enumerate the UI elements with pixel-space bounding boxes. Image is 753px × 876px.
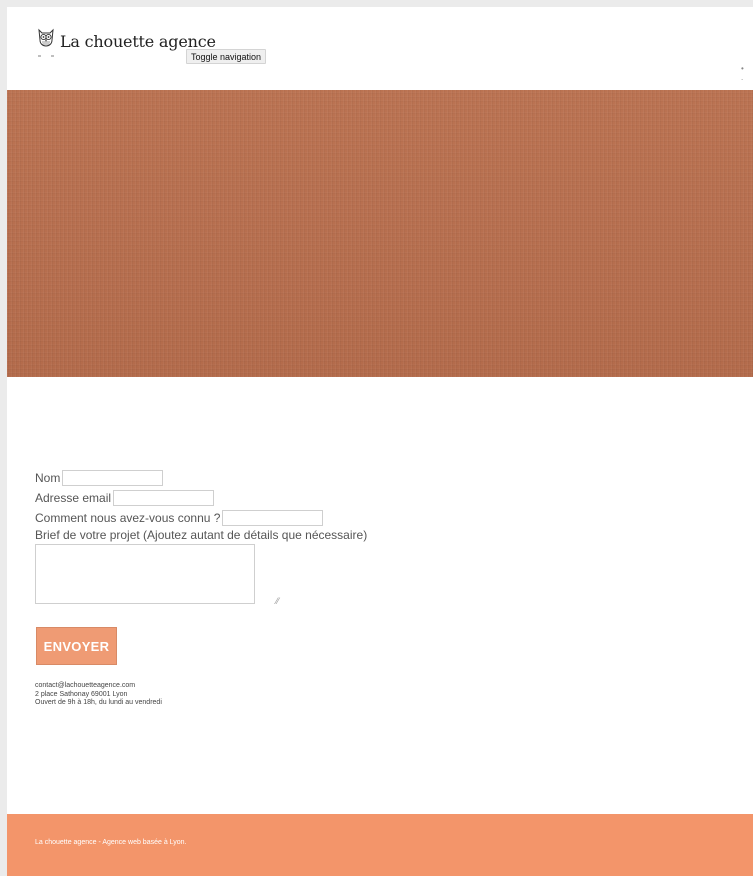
email-label: Adresse email [35,491,112,505]
contact-email[interactable]: contact@lachouetteagence.com [35,682,162,691]
source-input[interactable] [222,510,324,526]
contact-form: Nom Adresse email Comment nous avez-vous… [35,468,435,609]
hero-banner [7,90,753,377]
owl-logo-icon [38,28,54,57]
footer-text: La chouette agence - Agence web basée à … [35,839,187,846]
site-footer: La chouette agence - Agence web basée à … [7,814,753,876]
name-input[interactable] [62,470,164,486]
brief-label: Brief de votre projet (Ajoutez autant de… [35,528,368,542]
email-row: Adresse email [35,488,435,508]
email-input[interactable] [113,490,215,506]
page: La chouette agence Toggle navigation • .… [7,7,753,876]
source-row: Comment nous avez-vous connu ? [35,508,435,528]
toggle-navigation-button[interactable]: Toggle navigation [186,49,267,64]
contact-info: contact@lachouetteagence.com 2 place Sat… [35,682,162,708]
name-row: Nom [35,468,435,488]
resize-grip-icon[interactable]: ⁄⁄ [276,596,279,606]
brief-textarea[interactable] [35,544,255,604]
submit-button[interactable]: ENVOYER [36,627,117,665]
contact-hours: Ouvert de 9h à 18h, du lundi au vendredi [35,699,162,706]
nav-dots[interactable]: • . [741,64,753,82]
site-header: La chouette agence Toggle navigation • . [7,7,753,90]
source-label: Comment nous avez-vous connu ? [35,511,221,525]
name-label: Nom [35,471,61,485]
contact-address: 2 place Sathonay 69001 Lyon [35,690,128,698]
